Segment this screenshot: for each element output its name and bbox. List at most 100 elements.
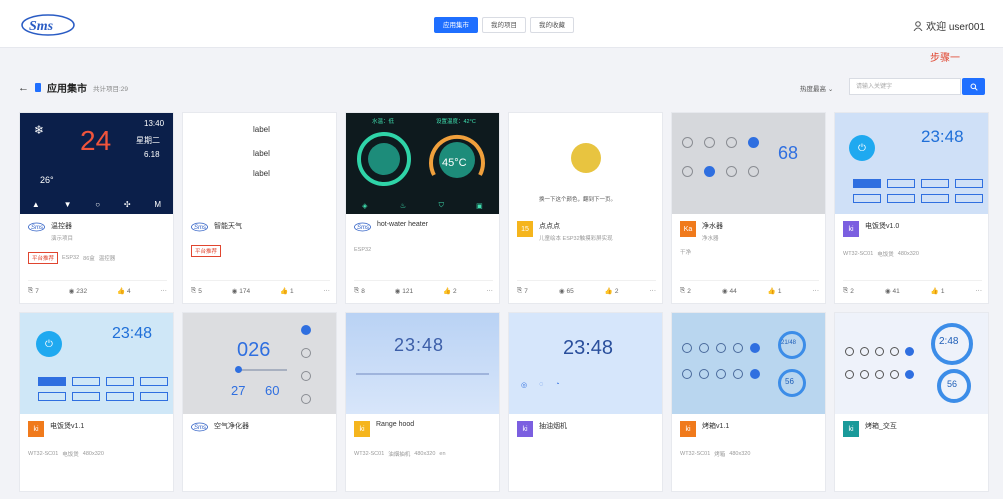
brand-logo-small: Sms <box>28 222 45 232</box>
app-card[interactable]: ⏻ 23:48 ki 电饭煲v1.1 WT32-SC01 电饭煲 480x320 <box>19 312 174 492</box>
thumb-time: 23:48 <box>563 337 614 359</box>
tag: 86盒 <box>83 256 95 262</box>
app-card[interactable]: label label label Sms 智能天气 平台推荐 ⎘ 5 ◉ 174 … <box>182 112 337 304</box>
app-card[interactable]: 21/48 56 ki 烤箱v1.1 WT32-SC01 烤箱 480x320 <box>671 312 826 492</box>
more-icon[interactable]: ··· <box>813 287 820 295</box>
like-stat[interactable]: 👍 1 <box>931 287 945 296</box>
thumb-hint: 换一下这个颜色，翻到下一页。 <box>539 197 617 203</box>
tag: WT32-SC01 <box>28 451 59 457</box>
thumb-up-icon: 👍 <box>279 288 289 295</box>
more-icon[interactable]: ··· <box>976 287 983 295</box>
card-title: 电饭煲v1.0 <box>865 223 900 230</box>
app-card[interactable]: 68 Ka 净水器 净水器 干净 ⎘ 2 ◉ 44 👍 1 ··· <box>671 112 826 304</box>
card-info: Ka 净水器 净水器 干净 <box>680 221 819 256</box>
more-icon[interactable]: ··· <box>160 287 167 295</box>
svg-text:Sms: Sms <box>194 225 206 231</box>
more-icon[interactable]: ··· <box>650 287 657 295</box>
control-dot-icon <box>704 166 715 177</box>
like-stat[interactable]: 👍 1 <box>279 287 294 296</box>
thumb-label: label <box>253 125 270 134</box>
tag: 电饭煲 <box>62 452 79 458</box>
copy-stat[interactable]: ⎘ 2 <box>843 287 854 295</box>
app-card[interactable]: ⏻ 23:48 ki 电饭煲v1.0 WT32-SC01 电饭煲 480x320… <box>834 112 989 304</box>
tag: 温控器 <box>98 256 116 262</box>
thumb-temp: 56 <box>785 377 794 386</box>
light-icon: ◌ <box>539 381 544 388</box>
svg-text:Sms: Sms <box>357 225 369 231</box>
like-stat[interactable]: 👍 1 <box>768 287 782 296</box>
user-icon <box>913 20 923 31</box>
card-info: ki 烤箱_交互 <box>843 421 982 437</box>
tag: 干净 <box>680 250 692 256</box>
card-thumbnail: 23:48 <box>346 313 499 414</box>
more-icon[interactable]: ··· <box>323 287 330 295</box>
tag: WT32-SC01 <box>680 451 711 457</box>
thumb-time: 23:48 <box>112 325 153 342</box>
eye-icon: ◉ <box>558 288 565 295</box>
tab-my-favorites[interactable]: 我的收藏 <box>530 17 574 33</box>
copy-stat[interactable]: ⎘ 7 <box>28 287 39 295</box>
like-stat[interactable]: 👍 2 <box>605 287 619 296</box>
card-subtitle: 净水器 <box>702 236 719 242</box>
card-tags: WT32-SC01 电饭煲 480x320 <box>843 250 982 258</box>
control-dot-icon <box>682 166 693 177</box>
main-tabs: 应用集市 我的项目 我的收藏 <box>434 17 574 33</box>
thumb-up-icon: 👍 <box>442 288 452 295</box>
back-arrow-icon[interactable]: ← <box>18 82 29 94</box>
sort-label: 热度最高 <box>800 86 826 93</box>
app-card[interactable]: 23:48 ki Range hood WT32-SC01 油烟抽机 480x3… <box>345 312 500 492</box>
tag: 480x320 <box>82 451 104 457</box>
copy-stat[interactable]: ⎘ 5 <box>191 287 202 295</box>
shield-icon: ⛉ <box>438 202 444 209</box>
tab-app-market[interactable]: 应用集市 <box>434 17 478 33</box>
user-menu[interactable]: 欢迎 user001 <box>913 18 985 33</box>
brand-logo[interactable]: Sms <box>20 11 76 37</box>
thumb-room-temp: 26° <box>40 175 54 185</box>
copy-count: 5 <box>198 287 202 295</box>
card-stats: ⎘ 5 ◉ 174 👍 1 ··· <box>191 280 330 295</box>
app-card[interactable]: 水温：低 设置温度：42°C 45°C ◈ ♨ ⛉ ▣ Sms hot-water h… <box>345 112 500 304</box>
more-icon[interactable]: ··· <box>486 287 493 295</box>
snowflake-icon: ❄ <box>34 123 45 137</box>
tab-my-projects[interactable]: 我的项目 <box>482 17 526 33</box>
like-stat[interactable]: 👍 4 <box>117 287 131 296</box>
search-button[interactable] <box>962 78 985 95</box>
app-card[interactable]: 2:48 56 ki 烤箱_交互 <box>834 312 989 492</box>
power-icon: ○ <box>95 199 101 209</box>
sort-select[interactable]: 热度最高 ⌄ <box>800 83 833 93</box>
thumb-number: 68 <box>778 143 799 163</box>
card-title: 净水器 <box>702 223 723 230</box>
copy-icon: ⎘ <box>680 287 686 294</box>
app-card[interactable]: 换一下这个颜色，翻到下一页。 15 点点点 儿童绘本 ESP32触摸彩屏实现 ⎘ 7… <box>508 112 663 304</box>
search-input[interactable] <box>849 78 961 95</box>
copy-stat[interactable]: ⎘ 8 <box>354 287 365 295</box>
brand-logo-small: Sms <box>354 222 371 232</box>
flame-icon: ♨ <box>399 203 407 210</box>
copy-stat[interactable]: ⎘ 7 <box>517 287 528 295</box>
step-label: 步骤一 <box>930 53 960 64</box>
lock-icon: ▣ <box>476 203 483 210</box>
up-icon: ▲ <box>31 199 40 209</box>
thumb-slider <box>237 369 287 371</box>
card-stats: ⎘ 2 ◉ 41 👍 1 ··· <box>843 280 982 295</box>
thumb-label: label <box>253 169 270 178</box>
view-stat: ◉ 232 <box>69 287 88 296</box>
card-info: ki 电饭煲v1.1 WT32-SC01 电饭煲 480x320 <box>28 421 167 458</box>
brand-logo-small: Sms <box>191 222 208 232</box>
search-icon <box>970 83 978 91</box>
app-card[interactable]: 026 27 60 Sms 空气净化器 <box>182 312 337 492</box>
app-card[interactable]: 23:48 ◎ ◌ ◔ ki 抽油烟机 <box>508 312 663 492</box>
app-badge: ki <box>843 221 859 237</box>
top-bar: Sms 应用集市 我的项目 我的收藏 欢迎 user001 <box>0 0 1003 48</box>
app-card[interactable]: ❄ 24 13:40 星期二 6.18 26° ▲ ▼ ○ ✣ M Sms 温控器 演示项… <box>19 112 174 304</box>
copy-stat[interactable]: ⎘ 2 <box>680 287 691 295</box>
card-info: ki 抽油烟机 <box>517 421 656 437</box>
card-title: 烤箱_交互 <box>865 423 897 430</box>
card-thumbnail: 23:48 ◎ ◌ ◔ <box>509 313 662 414</box>
thumb-button-grid <box>845 347 920 379</box>
power-button-icon: ⏻ <box>36 331 62 357</box>
view-stat: ◉ 121 <box>395 287 414 296</box>
thumb-icon-bar: ◈ ♨ ⛉ ▣ <box>346 198 499 214</box>
card-title: 温控器 <box>51 223 72 230</box>
like-stat[interactable]: 👍 2 <box>442 287 457 296</box>
